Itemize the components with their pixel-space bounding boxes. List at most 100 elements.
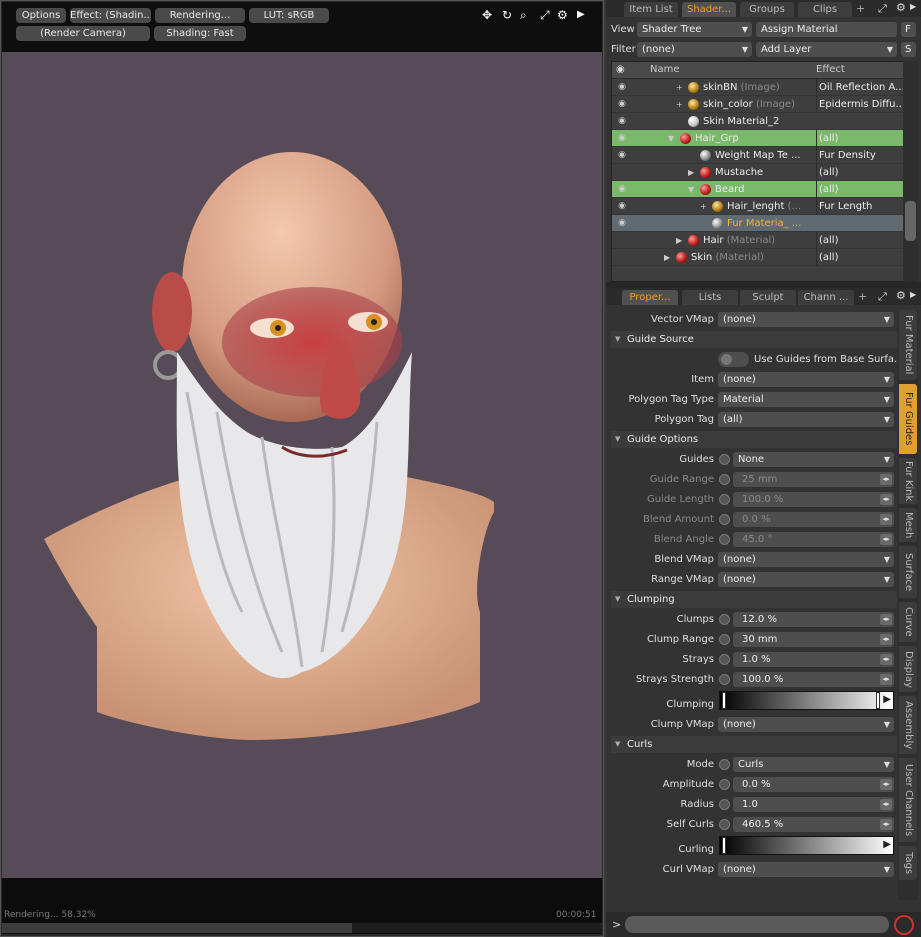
tree-row[interactable]: ◉ Skin Material_2 xyxy=(612,113,905,130)
tree-row[interactable]: ▶ Mustache (all) xyxy=(612,164,905,181)
visibility-eye-icon[interactable]: ◉ xyxy=(616,149,628,161)
blend-vmap-dropdown[interactable]: (none) ▼ xyxy=(718,552,894,567)
tree-scroll-thumb[interactable] xyxy=(905,201,916,241)
options-button[interactable]: Options xyxy=(16,8,66,23)
visibility-eye-icon[interactable]: ◉ xyxy=(616,98,628,110)
expand-toggle-icon[interactable]: ▼ xyxy=(688,181,694,198)
side-tab-fur-guides[interactable]: Fur Guides xyxy=(899,384,917,454)
visibility-eye-icon[interactable]: ◉ xyxy=(616,217,628,229)
add-tab-icon[interactable]: + xyxy=(856,2,865,15)
tab-sculpt[interactable]: Sculpt xyxy=(740,290,796,305)
gear-icon[interactable]: ⚙ xyxy=(557,8,568,22)
guide-source-section[interactable]: Guide Source xyxy=(611,331,897,348)
curl-vmap-dropdown[interactable]: (none) ▼ xyxy=(718,862,894,877)
f-button[interactable]: F xyxy=(901,22,916,37)
filter-dropdown[interactable]: (none) ▼ xyxy=(637,42,752,57)
spinner-icon[interactable]: ◂▸ xyxy=(880,819,892,830)
command-input[interactable] xyxy=(625,916,889,933)
clumping-gradient[interactable]: ▶ xyxy=(719,691,894,710)
gear-icon[interactable]: ⚙ xyxy=(896,289,906,302)
tree-scrollbar[interactable] xyxy=(903,61,918,282)
clumps-field[interactable]: 12.0 % ◂▸ xyxy=(733,612,894,627)
spinner-icon[interactable]: ◂▸ xyxy=(880,494,892,505)
expand-toggle-icon[interactable]: + xyxy=(700,198,707,215)
guide-length-anim-toggle[interactable] xyxy=(719,494,730,505)
use-guides-toggle[interactable] xyxy=(718,352,749,367)
expand-toggle-icon[interactable]: ▶ xyxy=(688,164,694,181)
gradient-handle-left[interactable] xyxy=(722,692,726,709)
spinner-icon[interactable]: ◂▸ xyxy=(880,674,892,685)
guide-options-section[interactable]: Guide Options xyxy=(611,431,897,448)
tab-channels[interactable]: Chann ... xyxy=(798,290,854,305)
clumping-section[interactable]: Clumping xyxy=(611,591,897,608)
curling-gradient[interactable]: ▶ xyxy=(719,836,894,855)
tab-properties[interactable]: Proper... xyxy=(622,290,678,305)
self-curls-anim-toggle[interactable] xyxy=(719,819,730,830)
shader-tree[interactable]: ◉ Name Effect ◉ + skinBN (Image) Oil Reflec… xyxy=(611,61,905,282)
gradient-arrow-icon[interactable]: ▶ xyxy=(883,694,891,705)
spinner-icon[interactable]: ◂▸ xyxy=(880,654,892,665)
spinner-icon[interactable]: ◂▸ xyxy=(880,514,892,525)
tree-row[interactable]: ▶ Hair (Material) (all) xyxy=(612,232,905,249)
polygon-tag-type-dropdown[interactable]: Material ▼ xyxy=(718,392,894,407)
side-tab-fur-material[interactable]: Fur Material xyxy=(899,310,917,380)
shading-dropdown[interactable]: Shading: Fast xyxy=(154,26,246,41)
tree-row[interactable]: ◉ ▼ Hair_Grp (all) xyxy=(612,130,905,147)
blend-amount-anim-toggle[interactable] xyxy=(719,514,730,525)
tab-groups[interactable]: Groups xyxy=(740,2,794,17)
s-button[interactable]: S xyxy=(901,42,916,57)
lut-dropdown[interactable]: LUT: sRGB xyxy=(249,8,329,23)
radius-field[interactable]: 1.0 ◂▸ xyxy=(733,797,894,812)
tree-row[interactable]: ◉ + skinBN (Image) Oil Reflection A... xyxy=(612,79,905,96)
visibility-eye-icon[interactable]: ◉ xyxy=(616,132,628,144)
side-tab-surface[interactable]: Surface xyxy=(899,546,917,598)
play-icon[interactable]: ▶ xyxy=(577,8,585,22)
blend-angle-field[interactable]: 45.0 ° ◂▸ xyxy=(733,532,894,547)
mode-dropdown[interactable]: Curls ▼ xyxy=(733,757,894,772)
gradient-arrow-icon[interactable]: ▶ xyxy=(883,839,891,850)
menu-arrow-icon[interactable]: ▶ xyxy=(910,2,916,11)
strays-strength-field[interactable]: 100.0 % ◂▸ xyxy=(733,672,894,687)
visibility-eye-icon[interactable]: ◉ xyxy=(616,183,628,195)
camera-dropdown[interactable]: (Render Camera) xyxy=(16,26,150,41)
blend-angle-anim-toggle[interactable] xyxy=(719,534,730,545)
side-tab-curve[interactable]: Curve xyxy=(899,602,917,642)
side-tab-tags[interactable]: Tags xyxy=(899,846,917,880)
gear-icon[interactable]: ⚙ xyxy=(896,1,906,14)
side-tab-assembly[interactable]: Assembly xyxy=(899,696,917,754)
vector-vmap-dropdown[interactable]: (none) ▼ xyxy=(718,312,894,327)
polygon-tag-dropdown[interactable]: (all) ▼ xyxy=(718,412,894,427)
tree-row[interactable]: ◉ + skin_color (Image) Epidermis Diffu... xyxy=(612,96,905,113)
view-dropdown[interactable]: Shader Tree ▼ xyxy=(637,22,752,37)
tab-clips[interactable]: Clips xyxy=(798,2,852,17)
amplitude-anim-toggle[interactable] xyxy=(719,779,730,790)
gradient-handle-left[interactable] xyxy=(722,837,726,854)
menu-arrow-icon[interactable]: ▶ xyxy=(910,290,916,299)
tab-lists[interactable]: Lists xyxy=(682,290,738,305)
side-tab-user-channels[interactable]: User Channels xyxy=(899,758,917,842)
strays-strength-anim-toggle[interactable] xyxy=(719,674,730,685)
radius-anim-toggle[interactable] xyxy=(719,799,730,810)
tab-item-list[interactable]: Item List xyxy=(624,2,678,17)
assign-material-button[interactable]: Assign Material xyxy=(756,22,897,37)
visibility-eye-icon[interactable]: ◉ xyxy=(616,115,628,127)
side-tab-display[interactable]: Display xyxy=(899,646,917,692)
guides-dropdown[interactable]: None ▼ xyxy=(733,452,894,467)
rendering-button[interactable]: Rendering... xyxy=(155,8,245,23)
effect-dropdown[interactable]: Effect: (Shadin... xyxy=(70,8,151,23)
mode-anim-toggle[interactable] xyxy=(719,759,730,770)
eye-column-icon[interactable]: ◉ xyxy=(616,64,625,75)
spinner-icon[interactable]: ◂▸ xyxy=(880,779,892,790)
guide-range-anim-toggle[interactable] xyxy=(719,474,730,485)
record-icon[interactable] xyxy=(894,915,914,935)
spinner-icon[interactable]: ◂▸ xyxy=(880,474,892,485)
expand-toggle-icon[interactable]: + xyxy=(676,96,683,113)
zoom-icon[interactable]: ⌕ xyxy=(520,8,527,22)
clump-range-anim-toggle[interactable] xyxy=(719,634,730,645)
amplitude-field[interactable]: 0.0 % ◂▸ xyxy=(733,777,894,792)
blend-amount-field[interactable]: 0.0 % ◂▸ xyxy=(733,512,894,527)
expand-toggle-icon[interactable]: ▼ xyxy=(668,130,674,147)
guide-range-field[interactable]: 25 mm ◂▸ xyxy=(733,472,894,487)
tree-row[interactable]: ◉ Fur Materia_ ... xyxy=(612,215,905,232)
tree-row[interactable]: ◉ Weight Map Te ... Fur Density xyxy=(612,147,905,164)
